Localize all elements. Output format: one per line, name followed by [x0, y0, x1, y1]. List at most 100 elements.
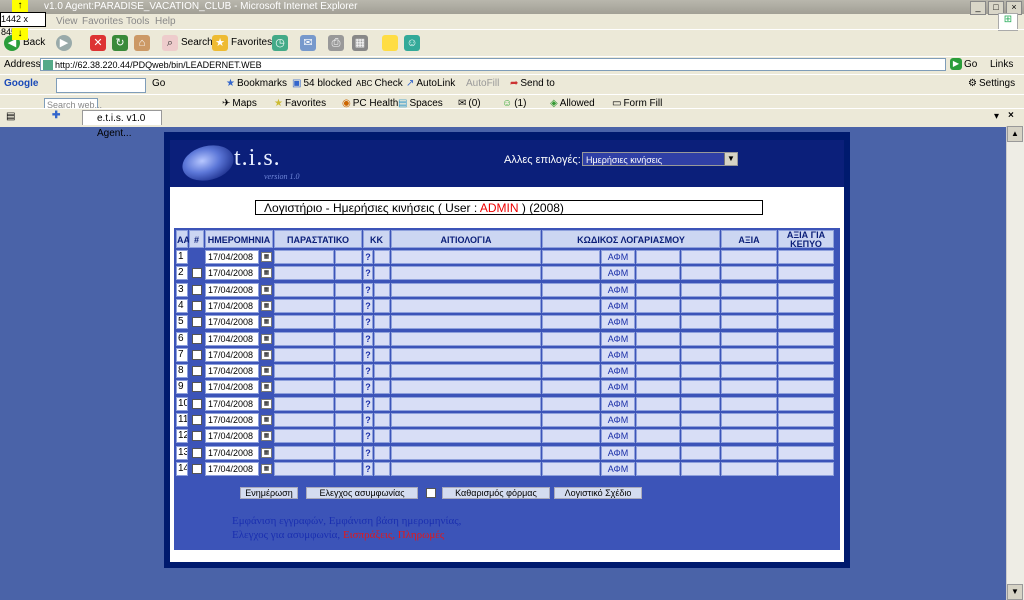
afm-button[interactable]: ΑΦΜ	[601, 250, 635, 264]
kk-lookup-button[interactable]: ?	[363, 347, 373, 362]
account-code-input[interactable]	[542, 396, 600, 411]
kk-input[interactable]	[374, 282, 390, 297]
document-type-input[interactable]	[274, 266, 334, 281]
account-extra-input[interactable]	[681, 315, 720, 330]
kk-input[interactable]	[374, 429, 390, 444]
check-mismatch-button[interactable]: Ελεγχος ασυμφωνίας	[306, 487, 418, 499]
row-checkbox[interactable]	[192, 300, 202, 311]
account-extra-input[interactable]	[681, 250, 720, 264]
date-input[interactable]: 17/04/2008	[205, 396, 259, 411]
account-extra-input[interactable]	[681, 266, 720, 281]
account-code-input[interactable]	[542, 429, 600, 444]
kk-input[interactable]	[374, 315, 390, 330]
afm-input[interactable]	[636, 461, 680, 476]
autofill-button[interactable]: AutoFill	[466, 78, 499, 89]
kk-input[interactable]	[374, 445, 390, 460]
account-code-input[interactable]	[542, 413, 600, 427]
description-input[interactable]	[391, 315, 541, 330]
document-type-input[interactable]	[274, 250, 334, 264]
document-type-input[interactable]	[274, 429, 334, 444]
spellcheck-button[interactable]: ABC Check	[356, 78, 403, 89]
amount-kepyo-input[interactable]	[778, 298, 834, 313]
date-input[interactable]: 17/04/2008	[205, 364, 259, 379]
afm-button[interactable]: ΑΦΜ	[601, 347, 635, 362]
kk-lookup-button[interactable]: ?	[363, 315, 373, 330]
menu-view[interactable]: View	[56, 16, 78, 27]
home-button[interactable]: ⌂	[134, 34, 150, 52]
document-number-input[interactable]	[335, 445, 362, 460]
date-input[interactable]: 17/04/2008	[205, 282, 259, 297]
description-input[interactable]	[391, 396, 541, 411]
amount-kepyo-input[interactable]	[778, 250, 834, 264]
amount-input[interactable]	[721, 445, 777, 460]
document-number-input[interactable]	[335, 461, 362, 476]
account-extra-input[interactable]	[681, 461, 720, 476]
description-input[interactable]	[391, 266, 541, 281]
document-number-input[interactable]	[335, 396, 362, 411]
popup-blocked-button[interactable]: ▣ 54 blocked	[292, 78, 352, 89]
calendar-icon[interactable]: ▦	[261, 349, 272, 360]
amount-kepyo-input[interactable]	[778, 315, 834, 330]
bookmarks-button[interactable]: ★ Bookmarks	[226, 78, 287, 89]
messenger-button[interactable]: ☺	[404, 34, 420, 52]
account-extra-input[interactable]	[681, 413, 720, 427]
amount-kepyo-input[interactable]	[778, 429, 834, 444]
afm-button[interactable]: ΑΦΜ	[601, 413, 635, 427]
forward-button[interactable]: ▶	[56, 34, 72, 52]
row-checkbox[interactable]	[192, 415, 202, 425]
account-extra-input[interactable]	[681, 445, 720, 460]
amount-kepyo-input[interactable]	[778, 364, 834, 379]
tab-list-icon[interactable]: ▤	[6, 111, 15, 122]
account-code-input[interactable]	[542, 315, 600, 330]
date-input[interactable]: 17/04/2008	[205, 380, 259, 395]
document-number-input[interactable]	[335, 364, 362, 379]
afm-input[interactable]	[636, 413, 680, 427]
amount-input[interactable]	[721, 429, 777, 444]
calendar-icon[interactable]: ▦	[261, 268, 272, 279]
amount-kepyo-input[interactable]	[778, 380, 834, 395]
vertical-scrollbar[interactable]: ▲ ▼	[1006, 126, 1024, 600]
amount-kepyo-input[interactable]	[778, 396, 834, 411]
description-input[interactable]	[391, 461, 541, 476]
afm-input[interactable]	[636, 298, 680, 313]
kk-lookup-button[interactable]: ?	[363, 429, 373, 444]
account-extra-input[interactable]	[681, 347, 720, 362]
scroll-up-button[interactable]: ▲	[1007, 126, 1023, 142]
description-input[interactable]	[391, 380, 541, 395]
calendar-icon[interactable]: ▦	[261, 317, 272, 328]
document-number-input[interactable]	[335, 298, 362, 313]
calendar-icon[interactable]: ▦	[261, 415, 272, 425]
date-input[interactable]: 17/04/2008	[205, 266, 259, 281]
document-number-input[interactable]	[335, 266, 362, 281]
row-checkbox[interactable]	[192, 366, 202, 377]
amount-input[interactable]	[721, 347, 777, 362]
new-tab-icon[interactable]: ✚	[52, 110, 60, 121]
kk-input[interactable]	[374, 347, 390, 362]
description-input[interactable]	[391, 250, 541, 264]
check-mismatch-link[interactable]: Ελεγχος για ασυμφωνία,	[232, 529, 340, 541]
print-button[interactable]: ⎙	[328, 34, 344, 52]
mismatch-checkbox[interactable]	[426, 488, 436, 498]
amount-kepyo-input[interactable]	[778, 461, 834, 476]
amount-input[interactable]	[721, 461, 777, 476]
account-extra-input[interactable]	[681, 331, 720, 346]
payments-link[interactable]: Πληρωμές	[398, 529, 445, 541]
kk-input[interactable]	[374, 413, 390, 427]
kk-input[interactable]	[374, 331, 390, 346]
kk-input[interactable]	[374, 250, 390, 264]
afm-button[interactable]: ΑΦΜ	[601, 298, 635, 313]
description-input[interactable]	[391, 429, 541, 444]
date-input[interactable]: 17/04/2008	[205, 315, 259, 330]
kk-lookup-button[interactable]: ?	[363, 461, 373, 476]
receipts-link[interactable]: Εισπράξεις,	[343, 529, 395, 541]
document-type-input[interactable]	[274, 396, 334, 411]
calendar-icon[interactable]: ▦	[261, 333, 272, 344]
mail-button[interactable]: ✉	[300, 34, 316, 52]
row-checkbox[interactable]	[192, 447, 202, 458]
account-code-input[interactable]	[542, 298, 600, 313]
chart-of-accounts-button[interactable]: Λογιστικό Σχέδιο	[554, 487, 642, 499]
afm-input[interactable]	[636, 347, 680, 362]
afm-button[interactable]: ΑΦΜ	[601, 396, 635, 411]
row-checkbox[interactable]	[192, 431, 202, 442]
kk-lookup-button[interactable]: ?	[363, 413, 373, 427]
